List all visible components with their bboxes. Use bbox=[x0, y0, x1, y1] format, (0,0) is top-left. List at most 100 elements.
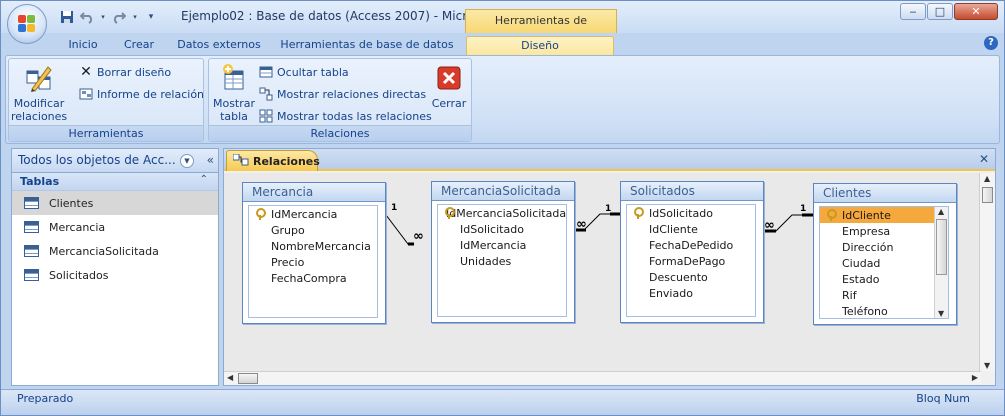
field-row[interactable]: Ciudad bbox=[820, 255, 948, 271]
nav-item-label: MercanciaSolicitada bbox=[49, 244, 159, 258]
table-clientes[interactable]: Clientes IdCliente Empresa Dirección Ciu… bbox=[813, 183, 957, 325]
show-table-icon bbox=[219, 63, 249, 93]
customize-icon[interactable]: ▾ bbox=[143, 9, 159, 25]
field-name: NombreMercancia bbox=[271, 239, 371, 253]
borrar-diseno-button[interactable]: ✕ Borrar diseño bbox=[79, 63, 171, 81]
field-row[interactable]: Empresa bbox=[820, 223, 948, 239]
nav-item-mercancia[interactable]: Mercancia bbox=[12, 215, 218, 239]
office-logo-icon bbox=[18, 15, 36, 33]
field-name: Rif bbox=[842, 288, 857, 302]
all-relationships-icon bbox=[259, 109, 273, 123]
field-row[interactable]: IdCliente bbox=[627, 221, 755, 237]
field-row[interactable]: Enviado bbox=[627, 285, 755, 301]
tab-inicio[interactable]: Inicio bbox=[61, 36, 105, 55]
field-list: IdMercanciaSolicitada IdSolicitado IdMer… bbox=[437, 204, 567, 317]
cerrar-button[interactable]: Cerrar bbox=[429, 63, 469, 110]
field-row[interactable]: Teléfono bbox=[820, 303, 948, 318]
maximize-button[interactable]: □ bbox=[927, 3, 953, 20]
nav-group-tablas[interactable]: Tablas ⌃ bbox=[12, 173, 218, 191]
close-button[interactable]: ✕ bbox=[954, 3, 998, 20]
nav-title[interactable]: Todos los objetos de Acc... bbox=[18, 153, 178, 167]
nav-item-solicitados[interactable]: Solicitados bbox=[12, 263, 218, 287]
chevron-down-icon[interactable]: ▼ bbox=[180, 154, 194, 168]
field-row[interactable]: IdSolicitado bbox=[438, 221, 566, 237]
nav-item-mercanciasolicitada[interactable]: MercanciaSolicitada bbox=[12, 239, 218, 263]
table-scrollbar[interactable]: ▲ ▼ bbox=[934, 207, 948, 318]
relationships-icon bbox=[232, 153, 249, 169]
field-list: IdMercancia Grupo NombreMercancia Precio… bbox=[248, 205, 378, 318]
field-row-selected[interactable]: IdCliente bbox=[820, 207, 948, 223]
field-row[interactable]: FormaDePago bbox=[627, 253, 755, 269]
office-button[interactable] bbox=[7, 4, 47, 44]
help-icon[interactable]: ? bbox=[984, 36, 998, 50]
tab-diseno[interactable]: Diseño bbox=[466, 36, 614, 55]
field-row[interactable]: IdMercanciaSolicitada bbox=[438, 205, 566, 221]
direct-relationships-icon bbox=[259, 87, 273, 101]
table-icon bbox=[24, 245, 39, 257]
mostrar-todas-relaciones-button[interactable]: Mostrar todas las relaciones bbox=[259, 107, 432, 125]
scroll-thumb[interactable] bbox=[238, 373, 258, 384]
scroll-down-icon[interactable]: ▼ bbox=[938, 309, 944, 318]
tab-herramientas-base-datos[interactable]: Herramientas de base de datos bbox=[279, 36, 455, 55]
borrar-diseno-label: Borrar diseño bbox=[97, 65, 172, 79]
scroll-down-icon[interactable]: ▼ bbox=[984, 361, 990, 370]
field-row[interactable]: Rif bbox=[820, 287, 948, 303]
field-row[interactable]: Unidades bbox=[438, 253, 566, 269]
relationship-many-label: ∞ bbox=[413, 229, 424, 244]
relationships-document: Relaciones ✕ 1 ∞ ∞ 1 ∞ 1 Mercancia IdMer… bbox=[223, 148, 996, 386]
key-icon bbox=[826, 209, 840, 221]
save-icon[interactable] bbox=[59, 9, 75, 25]
field-name: IdCliente bbox=[842, 208, 891, 222]
cerrar-label: Cerrar bbox=[431, 97, 467, 110]
close-document-icon[interactable]: ✕ bbox=[979, 152, 989, 166]
tab-relaciones-label: Relaciones bbox=[253, 154, 320, 168]
field-row[interactable]: IdMercancia bbox=[249, 206, 377, 222]
scroll-up-icon[interactable]: ▲ bbox=[938, 207, 944, 216]
field-row[interactable]: Descuento bbox=[627, 269, 755, 285]
field-row[interactable]: NombreMercancia bbox=[249, 238, 377, 254]
field-name: Teléfono bbox=[842, 304, 888, 318]
mostrar-tabla-button[interactable]: Mostrar tabla bbox=[211, 63, 257, 123]
field-row[interactable]: FechaCompra bbox=[249, 270, 377, 286]
redo-dropdown-icon[interactable]: ▾ bbox=[131, 9, 139, 25]
redo-icon[interactable] bbox=[111, 9, 127, 25]
field-row[interactable]: Precio bbox=[249, 254, 377, 270]
chevron-up-icon[interactable]: ⌃ bbox=[200, 174, 208, 185]
field-row[interactable]: Dirección bbox=[820, 239, 948, 255]
tab-crear[interactable]: Crear bbox=[119, 36, 159, 55]
mostrar-tabla-label: Mostrar tabla bbox=[212, 97, 256, 123]
mostrar-relaciones-directas-button[interactable]: Mostrar relaciones directas bbox=[259, 85, 426, 103]
key-icon bbox=[633, 207, 647, 219]
table-mercanciasolicitada[interactable]: MercanciaSolicitada IdMercanciaSolicitad… bbox=[431, 181, 575, 323]
x-icon: ✕ bbox=[80, 64, 92, 80]
scroll-up-icon[interactable]: ▲ bbox=[984, 174, 990, 183]
field-name: IdMercancia bbox=[460, 238, 527, 252]
tab-datos-externos[interactable]: Datos externos bbox=[173, 36, 265, 55]
field-row[interactable]: IdSolicitado bbox=[627, 205, 755, 221]
field-row[interactable]: IdMercancia bbox=[438, 237, 566, 253]
field-row[interactable]: Grupo bbox=[249, 222, 377, 238]
undo-dropdown-icon[interactable]: ▾ bbox=[99, 9, 107, 25]
field-row[interactable]: Estado bbox=[820, 271, 948, 287]
modificar-relaciones-button[interactable]: Modificar relaciones bbox=[11, 63, 67, 123]
report-icon bbox=[79, 87, 93, 101]
access-window: Ejemplo02 : Base de datos (Access 2007) … bbox=[0, 0, 1005, 416]
informe-relacion-button[interactable]: Informe de relación bbox=[79, 85, 204, 103]
scroll-left-icon[interactable]: ◀ bbox=[227, 373, 233, 382]
minimize-button[interactable]: ‒ bbox=[900, 3, 926, 20]
scroll-thumb[interactable] bbox=[936, 219, 947, 275]
field-row[interactable]: FechaDePedido bbox=[627, 237, 755, 253]
scroll-thumb[interactable] bbox=[982, 187, 993, 203]
collapse-pane-icon[interactable]: « bbox=[207, 153, 214, 167]
horizontal-scrollbar[interactable]: ◀ ▶ bbox=[224, 371, 981, 385]
table-solicitados[interactable]: Solicitados IdSolicitado IdCliente Fecha… bbox=[620, 181, 764, 323]
nav-item-clientes[interactable]: Clientes bbox=[12, 191, 218, 215]
scroll-right-icon[interactable]: ▶ bbox=[972, 373, 978, 382]
tab-relaciones[interactable]: Relaciones bbox=[226, 150, 320, 171]
vertical-scrollbar[interactable]: ▲ ▼ bbox=[979, 173, 995, 371]
key-icon bbox=[255, 208, 269, 220]
undo-icon[interactable] bbox=[79, 9, 95, 25]
ocultar-tabla-button[interactable]: Ocultar tabla bbox=[259, 63, 349, 81]
nav-header: Todos los objetos de Acc... ▼ « bbox=[12, 149, 218, 173]
table-mercancia[interactable]: Mercancia IdMercancia Grupo NombreMercan… bbox=[242, 182, 386, 324]
